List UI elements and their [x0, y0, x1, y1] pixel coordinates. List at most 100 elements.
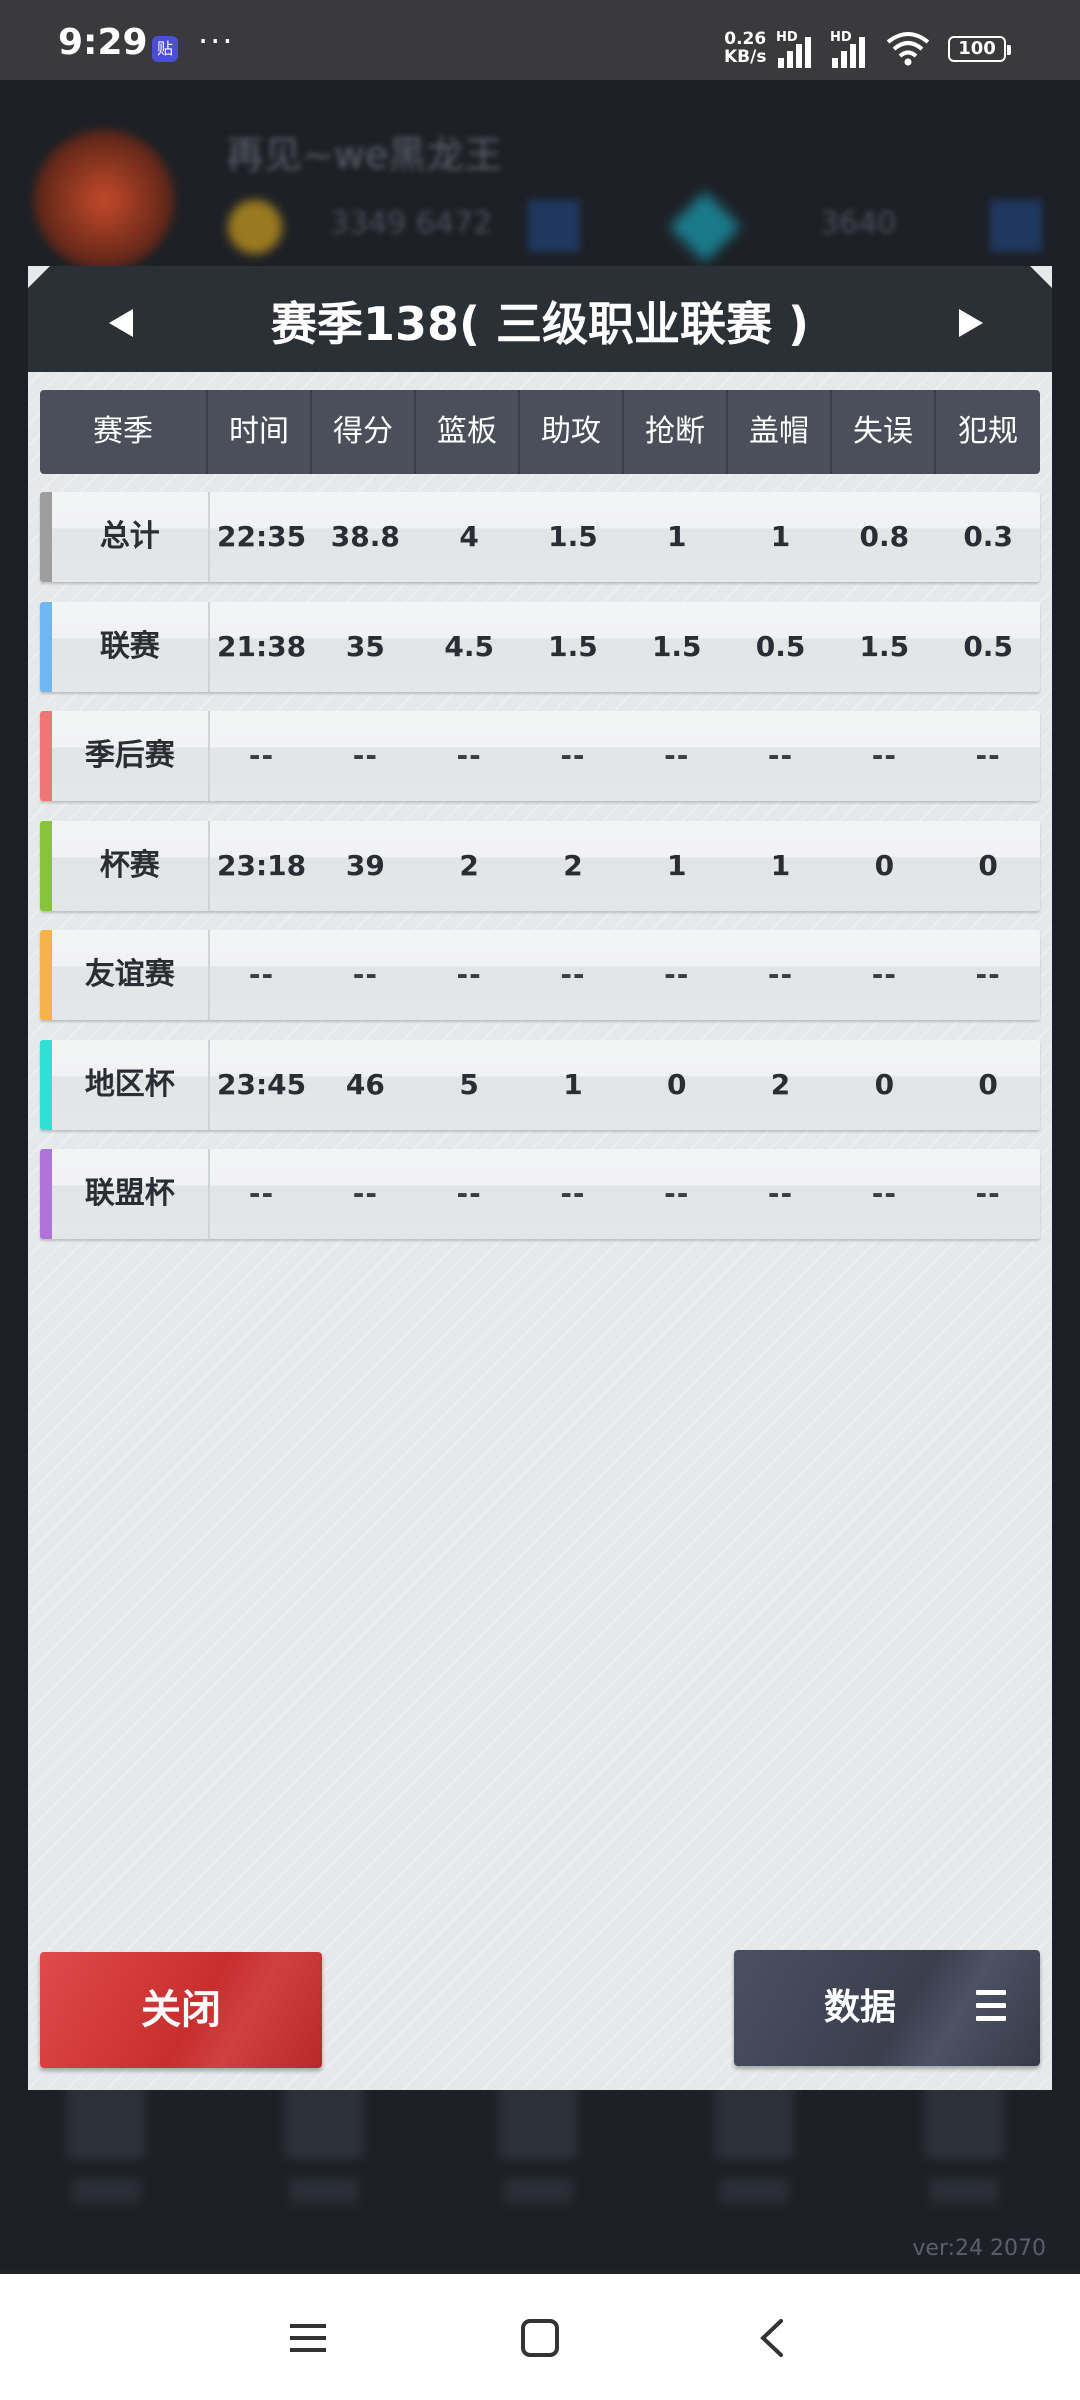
- player-name: 再见~we黑龙王: [226, 133, 503, 177]
- recents-icon: [290, 2324, 326, 2352]
- stats-row: 杯赛 23:18 39 2 2 1 1 0 0: [40, 820, 1040, 911]
- player-avatar: [34, 130, 174, 270]
- stat-cell: --: [975, 739, 1001, 772]
- column-header: 得分: [312, 390, 416, 474]
- column-header: 抢断: [624, 390, 728, 474]
- stat-cell: 23:18: [216, 848, 307, 882]
- row-accent-stripe: [40, 820, 52, 911]
- add-diamonds-button: [990, 200, 1042, 252]
- stat-cell: --: [664, 739, 690, 772]
- stat-cell: --: [352, 958, 378, 991]
- stat-cell: --: [767, 1177, 794, 1210]
- network-speed-value: 0.26: [724, 29, 767, 49]
- stat-cell: 21:38: [216, 629, 307, 663]
- stat-cell: 0.3: [963, 520, 1013, 553]
- stat-cell: --: [456, 958, 482, 991]
- stat-cell: 0.5: [755, 629, 806, 663]
- column-header: 盖帽: [728, 390, 832, 474]
- status-bar: 9:29 贴 ··· 0.26 KB/s HD HD 100: [0, 0, 1080, 80]
- stat-cell: 1: [667, 848, 687, 882]
- more-notifications-icon: ···: [198, 22, 235, 60]
- version-label: ver:24 2070: [912, 2236, 1046, 2261]
- stat-cell: 0.8: [859, 520, 910, 553]
- stat-cell: 1.5: [548, 629, 598, 663]
- stat-cell: 0: [874, 1067, 895, 1101]
- close-button[interactable]: 关闭: [40, 1952, 322, 2068]
- row-accent-stripe: [40, 1039, 52, 1130]
- stat-cell: --: [560, 739, 586, 772]
- stat-cell: 22:35: [216, 520, 307, 553]
- stat-cell: --: [664, 1177, 690, 1210]
- stat-cell: 0: [667, 1067, 687, 1101]
- column-header: 助攻: [520, 390, 624, 474]
- notification-app-icon: 贴: [152, 36, 178, 62]
- stat-cell: --: [248, 958, 275, 991]
- stat-cell: 4.5: [444, 629, 494, 663]
- data-button-label: 数据: [824, 1987, 897, 2028]
- stat-cell: 1.5: [651, 629, 702, 663]
- signal-icon-2: [832, 37, 865, 68]
- stat-cell: --: [664, 958, 690, 991]
- stat-cell: --: [352, 739, 378, 772]
- add-coins-button: [528, 200, 580, 252]
- status-time: 9:29: [58, 22, 148, 63]
- back-button[interactable]: [742, 2308, 802, 2368]
- bg-nav-item: [694, 2080, 814, 2240]
- dialog-title: 赛季138( 三级职业联赛 ): [270, 297, 810, 351]
- network-speed: 0.26 KB/s: [724, 30, 766, 66]
- stat-cell: 35: [345, 629, 385, 663]
- stat-cell: 5: [459, 1067, 479, 1101]
- stat-cell: --: [456, 739, 482, 772]
- stat-cell: 0: [978, 1067, 998, 1101]
- home-button[interactable]: [510, 2308, 570, 2368]
- stat-cell: --: [767, 739, 794, 772]
- row-accent-stripe: [40, 1149, 52, 1239]
- column-header: 篮板: [416, 390, 520, 474]
- stats-row: 联盟杯 -- -- -- -- -- -- -- --: [40, 1149, 1040, 1239]
- row-accent-stripe: [40, 601, 52, 692]
- next-season-button[interactable]: [946, 298, 996, 348]
- stat-cell: 38.8: [330, 520, 400, 553]
- stat-cell: 1: [770, 520, 791, 553]
- column-header: 犯规: [958, 414, 1018, 449]
- stats-table-header: 赛季 时间 得分 篮板 助攻 抢断 盖帽 失误 犯规: [40, 390, 1040, 474]
- stat-cell: 1.5: [859, 629, 910, 663]
- stat-cell: 1: [563, 1067, 583, 1101]
- stat-cell: 1: [770, 848, 791, 882]
- row-label: 总计: [52, 492, 210, 582]
- coin-value: 3349 6472: [330, 206, 493, 241]
- stats-row: 季后赛 -- -- -- -- -- -- -- --: [40, 711, 1040, 801]
- column-header: 失误: [832, 390, 936, 474]
- back-icon: [760, 2319, 783, 2357]
- row-accent-stripe: [40, 930, 52, 1020]
- stat-cell: 1.5: [548, 520, 598, 553]
- stat-cell: --: [248, 739, 275, 772]
- stat-cell: 0: [978, 848, 998, 882]
- stat-cell: --: [560, 958, 586, 991]
- coin-icon: [228, 200, 282, 254]
- diamond-value: 3640: [820, 206, 897, 241]
- row-accent-stripe: [40, 711, 52, 801]
- season-stats-dialog: 赛季138( 三级职业联赛 ) 赛季 时间 得分 篮板 助攻 抢断 盖帽 失误 …: [28, 266, 1052, 2090]
- data-menu-button[interactable]: 数据: [734, 1950, 1040, 2066]
- row-label: 友谊赛: [52, 930, 210, 1020]
- bg-nav-item: [904, 2080, 1024, 2240]
- system-navigation-bar: [0, 2274, 1080, 2400]
- previous-season-button[interactable]: [96, 298, 146, 348]
- stat-cell: --: [560, 1177, 586, 1210]
- stats-row: 联赛 21:38 35 4.5 1.5 1.5 0.5 1.5 0.5: [40, 601, 1040, 692]
- wifi-icon: [886, 32, 930, 66]
- stat-cell: --: [871, 958, 897, 991]
- stats-row: 总计 22:35 38.8 4 1.5 1 1 0.8 0.3: [40, 492, 1040, 582]
- bg-nav-item: [46, 2080, 166, 2240]
- stat-cell: --: [871, 739, 897, 772]
- recents-button[interactable]: [278, 2308, 338, 2368]
- stat-cell: 1: [667, 520, 687, 553]
- stat-cell: 39: [345, 848, 385, 882]
- dialog-header: 赛季138( 三级职业联赛 ): [28, 266, 1052, 372]
- row-accent-stripe: [40, 492, 52, 582]
- stat-cell: 0: [874, 848, 895, 882]
- column-header: 时间: [208, 390, 312, 474]
- row-label: 联赛: [52, 601, 210, 692]
- stats-row: 地区杯 23:45 46 5 1 0 2 0 0: [40, 1039, 1040, 1130]
